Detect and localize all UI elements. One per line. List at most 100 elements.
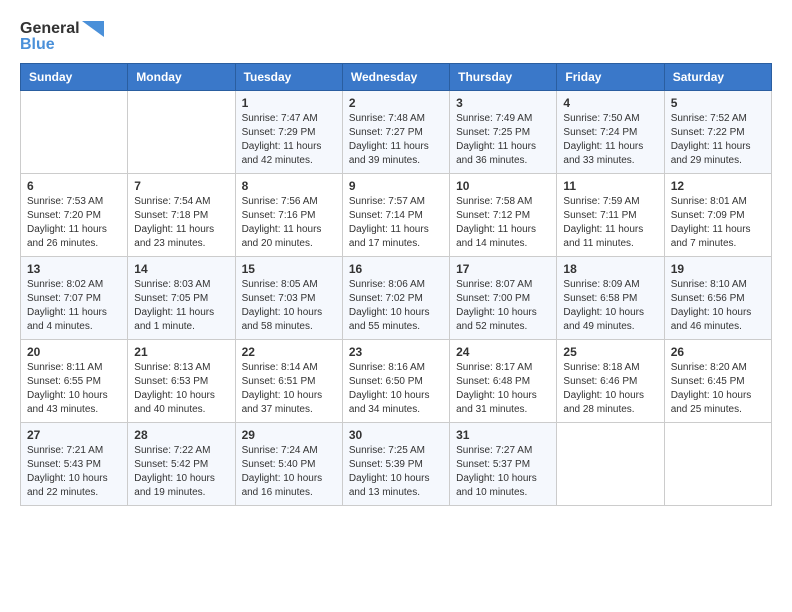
day-info: Sunrise: 7:58 AMSunset: 7:12 PMDaylight:… <box>456 195 550 251</box>
day-info: Sunrise: 7:21 AMSunset: 5:43 PMDaylight:… <box>27 444 121 500</box>
day-info: Sunrise: 7:22 AMSunset: 5:42 PMDaylight:… <box>134 444 228 500</box>
calendar-cell <box>664 423 771 506</box>
weekday-header: Tuesday <box>235 64 342 91</box>
weekday-header: Thursday <box>450 64 557 91</box>
calendar-cell: 28 Sunrise: 7:22 AMSunset: 5:42 PMDayligh… <box>128 423 235 506</box>
day-number: 31 <box>456 428 550 442</box>
day-info: Sunrise: 7:53 AMSunset: 7:20 PMDaylight:… <box>27 195 121 251</box>
logo-arrow-icon <box>82 21 104 37</box>
weekday-header: Friday <box>557 64 664 91</box>
day-number: 24 <box>456 345 550 359</box>
day-info: Sunrise: 8:17 AMSunset: 6:48 PMDaylight:… <box>456 361 550 417</box>
day-number: 25 <box>563 345 657 359</box>
day-info: Sunrise: 7:50 AMSunset: 7:24 PMDaylight:… <box>563 112 657 168</box>
calendar-cell: 17 Sunrise: 8:07 AMSunset: 7:00 PMDayligh… <box>450 257 557 340</box>
day-info: Sunrise: 8:13 AMSunset: 6:53 PMDaylight:… <box>134 361 228 417</box>
day-number: 7 <box>134 179 228 193</box>
calendar-cell: 20Sunrise: 8:11 AMSunset: 6:55 PMDayligh… <box>21 340 128 423</box>
calendar-cell: 14 Sunrise: 8:03 AMSunset: 7:05 PMDayligh… <box>128 257 235 340</box>
day-info: Sunrise: 8:05 AMSunset: 7:03 PMDaylight:… <box>242 278 336 334</box>
day-number: 28 <box>134 428 228 442</box>
calendar-cell <box>21 91 128 174</box>
day-info: Sunrise: 7:49 AMSunset: 7:25 PMDaylight:… <box>456 112 550 168</box>
day-info: Sunrise: 8:02 AMSunset: 7:07 PMDaylight:… <box>27 278 121 334</box>
day-number: 16 <box>349 262 443 276</box>
day-info: Sunrise: 8:20 AMSunset: 6:45 PMDaylight:… <box>671 361 765 417</box>
calendar-week-row: 13 Sunrise: 8:02 AMSunset: 7:07 PMDayligh… <box>21 257 772 340</box>
day-number: 18 <box>563 262 657 276</box>
day-info: Sunrise: 8:01 AMSunset: 7:09 PMDaylight:… <box>671 195 765 251</box>
weekday-header: Monday <box>128 64 235 91</box>
calendar-week-row: 1 Sunrise: 7:47 AMSunset: 7:29 PMDaylight… <box>21 91 772 174</box>
calendar-cell: 16 Sunrise: 8:06 AMSunset: 7:02 PMDayligh… <box>342 257 449 340</box>
calendar-cell: 8 Sunrise: 7:56 AMSunset: 7:16 PMDaylight… <box>235 174 342 257</box>
day-number: 21 <box>134 345 228 359</box>
day-number: 11 <box>563 179 657 193</box>
calendar-cell: 3Sunrise: 7:49 AMSunset: 7:25 PMDaylight… <box>450 91 557 174</box>
calendar-week-row: 27Sunrise: 7:21 AMSunset: 5:43 PMDayligh… <box>21 423 772 506</box>
calendar-cell: 11Sunrise: 7:59 AMSunset: 7:11 PMDayligh… <box>557 174 664 257</box>
day-info: Sunrise: 7:48 AMSunset: 7:27 PMDaylight:… <box>349 112 443 168</box>
day-number: 17 <box>456 262 550 276</box>
day-number: 26 <box>671 345 765 359</box>
calendar-body: 1 Sunrise: 7:47 AMSunset: 7:29 PMDaylight… <box>21 91 772 506</box>
calendar-cell: 4 Sunrise: 7:50 AMSunset: 7:24 PMDaylight… <box>557 91 664 174</box>
day-number: 1 <box>242 96 336 110</box>
page-header: General Blue <box>20 20 772 53</box>
day-number: 14 <box>134 262 228 276</box>
day-info: Sunrise: 7:56 AMSunset: 7:16 PMDaylight:… <box>242 195 336 251</box>
calendar-cell: 22Sunrise: 8:14 AMSunset: 6:51 PMDayligh… <box>235 340 342 423</box>
calendar-cell: 23Sunrise: 8:16 AMSunset: 6:50 PMDayligh… <box>342 340 449 423</box>
weekday-header: Wednesday <box>342 64 449 91</box>
day-info: Sunrise: 8:10 AMSunset: 6:56 PMDaylight:… <box>671 278 765 334</box>
calendar-cell: 19 Sunrise: 8:10 AMSunset: 6:56 PMDayligh… <box>664 257 771 340</box>
day-info: Sunrise: 8:09 AMSunset: 6:58 PMDaylight:… <box>563 278 657 334</box>
calendar-table: SundayMondayTuesdayWednesdayThursdayFrid… <box>20 63 772 506</box>
day-number: 8 <box>242 179 336 193</box>
calendar-week-row: 6 Sunrise: 7:53 AMSunset: 7:20 PMDaylight… <box>21 174 772 257</box>
day-info: Sunrise: 7:52 AMSunset: 7:22 PMDaylight:… <box>671 112 765 168</box>
calendar-cell: 9Sunrise: 7:57 AMSunset: 7:14 PMDaylight… <box>342 174 449 257</box>
calendar-cell: 26 Sunrise: 8:20 AMSunset: 6:45 PMDayligh… <box>664 340 771 423</box>
logo-text-block: General Blue <box>20 20 104 53</box>
day-info: Sunrise: 7:27 AMSunset: 5:37 PMDaylight:… <box>456 444 550 500</box>
day-number: 22 <box>242 345 336 359</box>
day-info: Sunrise: 7:47 AMSunset: 7:29 PMDaylight:… <box>242 112 336 168</box>
calendar-cell: 7 Sunrise: 7:54 AMSunset: 7:18 PMDaylight… <box>128 174 235 257</box>
day-number: 4 <box>563 96 657 110</box>
logo: General Blue <box>20 20 104 53</box>
day-info: Sunrise: 8:03 AMSunset: 7:05 PMDaylight:… <box>134 278 228 334</box>
day-info: Sunrise: 8:06 AMSunset: 7:02 PMDaylight:… <box>349 278 443 334</box>
calendar-cell: 24 Sunrise: 8:17 AMSunset: 6:48 PMDayligh… <box>450 340 557 423</box>
calendar-cell: 25 Sunrise: 8:18 AMSunset: 6:46 PMDayligh… <box>557 340 664 423</box>
day-info: Sunrise: 8:07 AMSunset: 7:00 PMDaylight:… <box>456 278 550 334</box>
day-info: Sunrise: 8:18 AMSunset: 6:46 PMDaylight:… <box>563 361 657 417</box>
weekday-header-row: SundayMondayTuesdayWednesdayThursdayFrid… <box>21 64 772 91</box>
calendar-cell: 21 Sunrise: 8:13 AMSunset: 6:53 PMDayligh… <box>128 340 235 423</box>
day-number: 12 <box>671 179 765 193</box>
day-info: Sunrise: 7:57 AMSunset: 7:14 PMDaylight:… <box>349 195 443 251</box>
calendar-week-row: 20Sunrise: 8:11 AMSunset: 6:55 PMDayligh… <box>21 340 772 423</box>
day-number: 10 <box>456 179 550 193</box>
calendar-cell: 30Sunrise: 7:25 AMSunset: 5:39 PMDayligh… <box>342 423 449 506</box>
day-number: 15 <box>242 262 336 276</box>
calendar-cell: 5Sunrise: 7:52 AMSunset: 7:22 PMDaylight… <box>664 91 771 174</box>
weekday-header: Sunday <box>21 64 128 91</box>
calendar-cell: 12 Sunrise: 8:01 AMSunset: 7:09 PMDayligh… <box>664 174 771 257</box>
calendar-cell: 29Sunrise: 7:24 AMSunset: 5:40 PMDayligh… <box>235 423 342 506</box>
calendar-cell: 2Sunrise: 7:48 AMSunset: 7:27 PMDaylight… <box>342 91 449 174</box>
day-number: 19 <box>671 262 765 276</box>
day-number: 13 <box>27 262 121 276</box>
day-number: 30 <box>349 428 443 442</box>
day-info: Sunrise: 8:16 AMSunset: 6:50 PMDaylight:… <box>349 361 443 417</box>
weekday-header: Saturday <box>664 64 771 91</box>
calendar-cell: 31 Sunrise: 7:27 AMSunset: 5:37 PMDayligh… <box>450 423 557 506</box>
day-number: 20 <box>27 345 121 359</box>
calendar-cell: 10 Sunrise: 7:58 AMSunset: 7:12 PMDayligh… <box>450 174 557 257</box>
day-info: Sunrise: 7:54 AMSunset: 7:18 PMDaylight:… <box>134 195 228 251</box>
calendar-cell: 15 Sunrise: 8:05 AMSunset: 7:03 PMDayligh… <box>235 257 342 340</box>
calendar-cell: 1 Sunrise: 7:47 AMSunset: 7:29 PMDaylight… <box>235 91 342 174</box>
day-number: 6 <box>27 179 121 193</box>
calendar-cell: 13 Sunrise: 8:02 AMSunset: 7:07 PMDayligh… <box>21 257 128 340</box>
day-info: Sunrise: 7:24 AMSunset: 5:40 PMDaylight:… <box>242 444 336 500</box>
